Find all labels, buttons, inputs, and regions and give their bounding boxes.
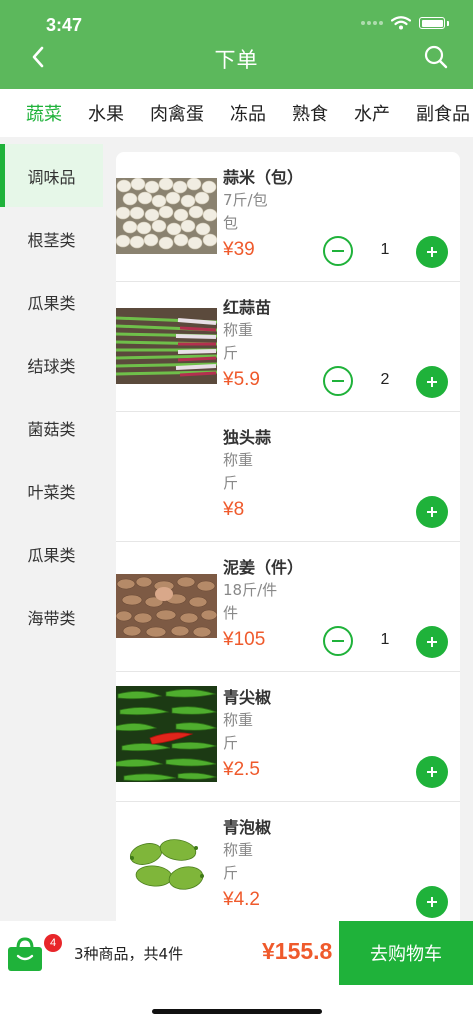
sidebar-item-leafy-greens[interactable]: 叶菜类 <box>0 459 103 522</box>
decrease-button[interactable] <box>323 626 353 656</box>
product-pack-size: 称重 <box>223 451 254 469</box>
product-card[interactable]: 红蒜苗 称重 斤 ¥5.9 2 <box>116 282 460 412</box>
increase-button[interactable] <box>416 496 448 528</box>
shopping-bag-icon[interactable] <box>6 936 44 972</box>
product-spec: 称重 斤 <box>223 319 283 365</box>
product-price: ¥5.9 <box>223 369 260 390</box>
increase-button[interactable] <box>416 366 448 398</box>
sidebar-item-head-vegetables[interactable]: 结球类 <box>0 333 103 396</box>
tab-non-staple[interactable]: 副食品 <box>416 100 470 126</box>
wifi-icon <box>391 16 411 30</box>
tab-vegetables[interactable]: 蔬菜 <box>26 100 62 126</box>
product-card[interactable]: 青尖椒 称重 斤 ¥2.5 <box>116 672 460 802</box>
product-price: ¥39 <box>223 239 255 260</box>
green-chili-image <box>116 686 217 782</box>
product-unit: 斤 <box>223 344 239 362</box>
cart-bar: 4 3种商品，共4件 ¥155.8 去购物车 <box>0 921 473 985</box>
product-card[interactable]: 蒜米（包） 7斤/包 包 ¥39 1 <box>116 152 460 282</box>
product-unit: 斤 <box>223 474 239 492</box>
increase-button[interactable] <box>416 756 448 788</box>
product-list: 蒜米（包） 7斤/包 包 ¥39 1 红蒜苗 称重 斤 ¥5.9 2 独头蒜 称… <box>116 152 460 921</box>
product-unit: 斤 <box>223 864 239 882</box>
product-name: 独头蒜 <box>223 428 272 447</box>
decrease-button[interactable] <box>323 236 353 266</box>
product-unit: 斤 <box>223 734 239 752</box>
product-name: 青泡椒 <box>223 818 272 837</box>
quantity: 1 <box>380 241 390 258</box>
sidebar-item-gourds[interactable]: 瓜果类 <box>0 270 103 333</box>
search-icon[interactable] <box>423 44 449 70</box>
tab-frozen[interactable]: 冻品 <box>230 100 266 126</box>
product-spec: 18斤/件 件 <box>223 579 283 625</box>
decrease-button[interactable] <box>323 366 353 396</box>
page-title: 下单 <box>214 48 259 72</box>
product-name: 蒜米（包） <box>223 168 304 187</box>
home-indicator <box>152 1009 322 1014</box>
product-spec: 称重 斤 <box>223 449 283 495</box>
increase-button[interactable] <box>416 236 448 268</box>
increase-button[interactable] <box>416 626 448 658</box>
tab-cooked-food[interactable]: 熟食 <box>292 100 328 126</box>
sidebar-item-kelp[interactable]: 海带类 <box>0 585 103 648</box>
product-pack-size: 称重 <box>223 321 254 339</box>
go-to-cart-button[interactable]: 去购物车 <box>339 921 473 985</box>
increase-button[interactable] <box>416 886 448 918</box>
header: 3:47 下单 <box>0 0 473 89</box>
cart-count-badge: 4 <box>44 934 62 952</box>
product-price: ¥105 <box>223 629 266 650</box>
status-icons <box>361 16 449 30</box>
tab-fruit[interactable]: 水果 <box>88 100 124 126</box>
product-spec: 称重 斤 <box>223 709 283 755</box>
product-pack-size: 称重 <box>223 841 254 859</box>
status-time: 3:47 <box>46 15 83 35</box>
ginger-image <box>116 574 217 638</box>
product-price: ¥4.2 <box>223 889 260 910</box>
garlic-cloves-image <box>116 178 217 254</box>
green-peppers-image <box>116 832 217 900</box>
product-name: 红蒜苗 <box>223 298 272 317</box>
product-unit: 包 <box>223 214 239 232</box>
product-unit: 件 <box>223 604 239 622</box>
tab-aquatic[interactable]: 水产 <box>354 100 390 126</box>
cart-summary: 3种商品，共4件 <box>74 945 184 963</box>
sidebar-item-mushrooms[interactable]: 菌菇类 <box>0 396 103 459</box>
tab-meat-poultry-eggs[interactable]: 肉禽蛋 <box>150 100 204 126</box>
product-price: ¥8 <box>223 499 245 520</box>
product-price: ¥2.5 <box>223 759 260 780</box>
product-card[interactable]: 泥姜（件） 18斤/件 件 ¥105 1 <box>116 542 460 672</box>
product-card[interactable]: 独头蒜 称重 斤 ¥8 <box>116 412 460 542</box>
product-spec: 称重 斤 <box>223 839 283 885</box>
cart-total-price: ¥155.8 <box>262 938 333 964</box>
quantity: 2 <box>380 371 390 388</box>
product-spec: 7斤/包 包 <box>223 189 283 235</box>
quantity: 1 <box>380 631 390 648</box>
product-name: 泥姜（件） <box>223 558 304 577</box>
signal-icon <box>361 21 383 25</box>
subcategory-sidebar: 调味品 根茎类 瓜果类 结球类 菌菇类 叶菜类 瓜果类 海带类 <box>0 144 103 648</box>
product-name: 青尖椒 <box>223 688 272 707</box>
product-pack-size: 18斤/件 <box>223 581 278 599</box>
product-card[interactable]: 青泡椒 称重 斤 ¥4.2 <box>116 802 460 921</box>
red-garlic-sprouts-image <box>116 308 217 384</box>
battery-icon <box>419 17 445 29</box>
category-tabs: 蔬菜 水果 肉禽蛋 冻品 熟食 水产 副食品 <box>0 89 473 137</box>
sidebar-item-seasoning[interactable]: 调味品 <box>0 144 103 207</box>
sidebar-item-root-vegetables[interactable]: 根茎类 <box>0 207 103 270</box>
product-pack-size: 7斤/包 <box>223 191 268 209</box>
sidebar-item-gourds-2[interactable]: 瓜果类 <box>0 522 103 585</box>
product-pack-size: 称重 <box>223 711 254 729</box>
